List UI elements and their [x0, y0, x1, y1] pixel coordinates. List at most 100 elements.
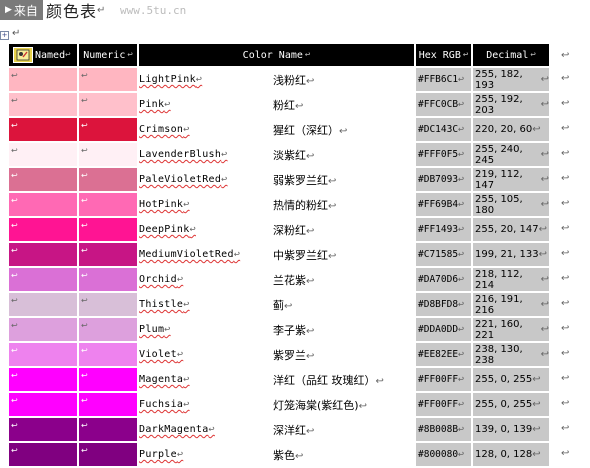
decimal-cell: 218, 112, 214 ↩	[473, 268, 549, 291]
color-name-en: Violet↩	[139, 349, 184, 360]
color-name-en: DeepPink↩	[139, 224, 196, 235]
hex-rgb-cell: #DC143C ↩	[416, 118, 471, 141]
row-end-mark: ↩	[561, 98, 570, 109]
named-swatch: ↩	[9, 218, 77, 241]
color-name-cell: Magenta↩ 洋红（品红 玫瑰红）↩	[139, 368, 414, 391]
numeric-swatch: ↩	[79, 318, 137, 341]
row-end-mark: ↩	[561, 298, 570, 309]
color-name-en: Crimson↩	[139, 124, 190, 135]
numeric-swatch: ↩	[79, 68, 137, 91]
named-swatch: ↩	[9, 143, 77, 166]
named-swatch: ↩	[9, 418, 77, 441]
named-swatch: ↩	[9, 343, 77, 366]
row-end-mark: ↩	[561, 198, 570, 209]
numeric-swatch: ↩	[79, 193, 137, 216]
numeric-swatch: ↩	[79, 368, 137, 391]
color-name-cell: Pink↩ 粉红↩	[139, 93, 414, 116]
color-name-cn: 热情的粉红↩	[273, 198, 337, 212]
hex-rgb-cell: #FF00FF ↩	[416, 393, 471, 416]
row-end-mark: ↩	[561, 373, 570, 384]
named-swatch: ↩	[9, 443, 77, 466]
numeric-swatch: ↩	[79, 143, 137, 166]
header-named: Named ↩	[9, 44, 77, 66]
named-swatch: ↩	[9, 318, 77, 341]
color-name-en: Orchid↩	[139, 274, 184, 285]
decimal-cell: 255, 20, 147 ↩	[473, 218, 549, 241]
decimal-cell: 219, 112, 147 ↩	[473, 168, 549, 191]
color-name-cell: Purple↩ 紫色↩	[139, 443, 414, 466]
color-name-cn: 兰花紫↩	[273, 273, 315, 287]
decimal-cell: 255, 240, 245 ↩	[473, 143, 549, 166]
decimal-cell: 255, 192, 203 ↩	[473, 93, 549, 116]
color-name-cn: 深粉红↩	[273, 223, 315, 237]
numeric-swatch: ↩	[79, 243, 137, 266]
color-name-cn: 洋红（品红 玫瑰红）↩	[273, 373, 384, 387]
color-name-cell: Violet↩ 紫罗兰↩	[139, 343, 414, 366]
named-swatch: ↩	[9, 268, 77, 291]
hex-rgb-cell: #DA70D6 ↩	[416, 268, 471, 291]
color-name-en: Fuchsia↩	[139, 399, 190, 410]
hex-rgb-cell: #D8BFD8 ↩	[416, 293, 471, 316]
color-name-cn: 灯笼海棠(紫红色)↩	[273, 398, 367, 412]
hex-rgb-cell: #FF00FF ↩	[416, 368, 471, 391]
paragraph-mark: ↵	[96, 4, 106, 16]
header-decimal: Decimal ↩	[473, 44, 549, 66]
named-swatch: ↩	[9, 93, 77, 116]
color-name-en: LavenderBlush↩	[139, 149, 228, 160]
color-name-cell: LavenderBlush↩ 淡紫红↩	[139, 143, 414, 166]
color-name-cn: 中紫罗兰红↩	[273, 248, 337, 262]
numeric-swatch: ↩	[79, 443, 137, 466]
row-end-mark: ↩	[561, 73, 570, 84]
numeric-swatch: ↩	[79, 118, 137, 141]
hex-rgb-cell: #FFB6C1 ↩	[416, 68, 471, 91]
row-end-mark: ↩	[561, 148, 570, 159]
table-anchor-icon[interactable]: +	[0, 31, 9, 40]
numeric-swatch: ↩	[79, 268, 137, 291]
row-end-mark: ↩	[561, 448, 570, 459]
named-swatch: ↩	[9, 393, 77, 416]
color-name-en: Plum↩	[139, 324, 171, 335]
header-hex-rgb: Hex RGB ↩	[416, 44, 471, 66]
decimal-cell: 255, 182, 193 ↩	[473, 68, 549, 91]
color-name-cell: PaleVioletRed↩ 弱紫罗兰红↩	[139, 168, 414, 191]
watermark-text: www.5tu.cn	[120, 4, 187, 17]
source-chip[interactable]: ▶ 来自	[0, 0, 43, 20]
header-numeric: Numeric ↩	[79, 44, 137, 66]
numeric-swatch: ↩	[79, 218, 137, 241]
row-end-mark: ↩	[561, 398, 570, 409]
row-end-mark: ↩	[561, 273, 570, 284]
color-name-cell: Thistle↩ 蓟↩	[139, 293, 414, 316]
paragraph-mark: ↵	[12, 28, 21, 39]
decimal-cell: 255, 0, 255 ↩	[473, 368, 549, 391]
row-end-mark: ↩	[561, 50, 570, 61]
named-swatch: ↩	[9, 293, 77, 316]
hex-rgb-cell: #C71585 ↩	[416, 243, 471, 266]
named-swatch: ↩	[9, 118, 77, 141]
row-end-mark: ↩	[561, 323, 570, 334]
color-name-cn: 粉红↩	[273, 98, 304, 112]
hex-rgb-cell: #800080 ↩	[416, 443, 471, 466]
color-name-cell: Fuchsia↩ 灯笼海棠(紫红色)↩	[139, 393, 414, 416]
hex-rgb-cell: #FFC0CB ↩	[416, 93, 471, 116]
color-name-en: Purple↩	[139, 449, 184, 460]
color-name-cell: DeepPink↩ 深粉红↩	[139, 218, 414, 241]
hex-rgb-cell: #FF69B4 ↩	[416, 193, 471, 216]
color-name-en: DarkMagenta↩	[139, 424, 215, 435]
color-name-en: MediumVioletRed↩	[139, 249, 241, 260]
numeric-swatch: ↩	[79, 293, 137, 316]
color-name-cn: 弱紫罗兰红↩	[273, 173, 337, 187]
decimal-cell: 255, 105, 180 ↩	[473, 193, 549, 216]
palette-icon	[13, 47, 33, 63]
hex-rgb-cell: #DB7093 ↩	[416, 168, 471, 191]
source-chip-label: 来自	[13, 3, 38, 18]
color-name-en: LightPink↩	[139, 74, 203, 85]
color-name-cell: Orchid↩ 兰花紫↩	[139, 268, 414, 291]
numeric-swatch: ↩	[79, 168, 137, 191]
color-name-cn: 浅粉红↩	[273, 73, 315, 87]
hex-rgb-cell: #FFF0F5 ↩	[416, 143, 471, 166]
named-swatch: ↩	[9, 68, 77, 91]
decimal-cell: 220, 20, 60 ↩	[473, 118, 549, 141]
color-name-cn: 蓟↩	[273, 298, 293, 312]
color-name-en: PaleVioletRed↩	[139, 174, 228, 185]
row-end-mark: ↩	[561, 223, 570, 234]
